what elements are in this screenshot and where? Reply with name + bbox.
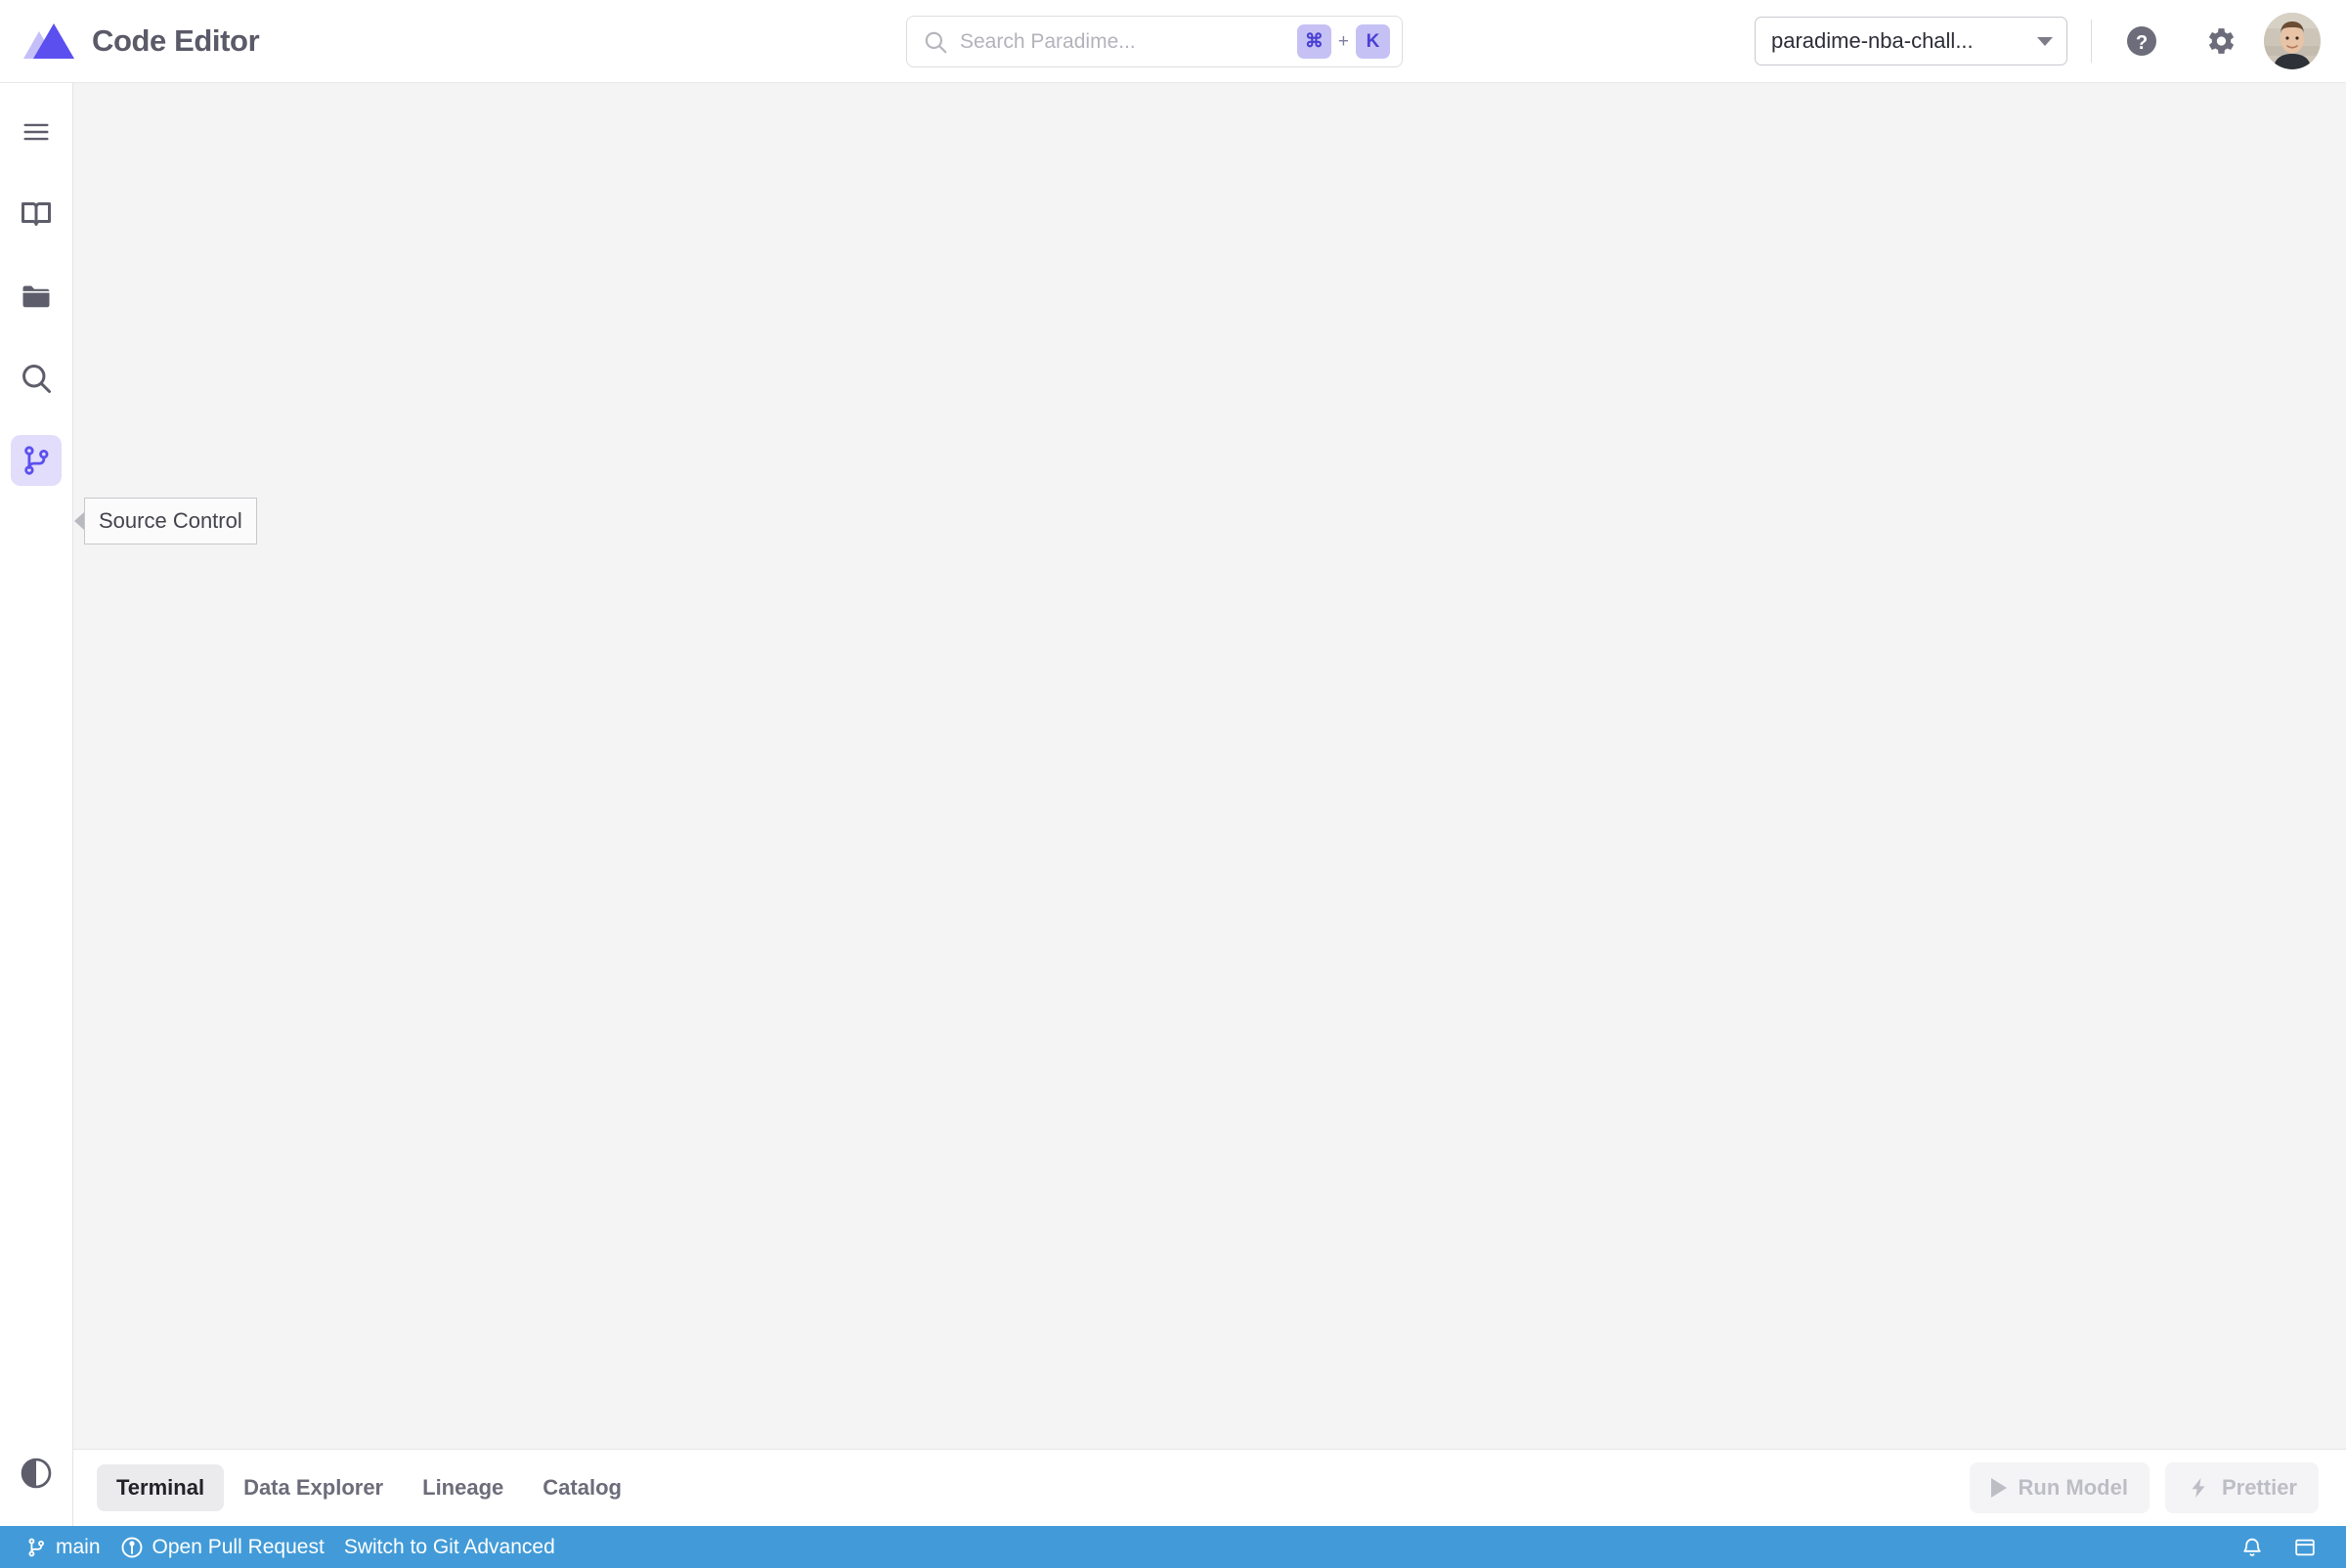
sidebar-item-search[interactable] [11, 353, 62, 404]
editor-canvas[interactable] [73, 83, 2346, 1450]
status-open-pull-request[interactable]: Open Pull Request [110, 1526, 334, 1568]
play-icon [1990, 1478, 2007, 1498]
search-icon [22, 365, 51, 393]
status-git-advanced-label: Switch to Git Advanced [343, 1535, 555, 1558]
status-bar: main Open Pull Request Switch to Git Adv… [0, 1526, 2346, 1568]
help-button[interactable]: ? [2115, 15, 2168, 67]
main-column: Terminal Data Explorer Lineage Catalog R… [73, 83, 2346, 1526]
svg-text:?: ? [2136, 32, 2148, 54]
sidebar-item-menu[interactable] [11, 107, 62, 157]
bell-icon [2243, 1538, 2261, 1556]
divider [2091, 20, 2092, 63]
shortcut-plus: + [1337, 30, 1349, 52]
search-input[interactable] [960, 29, 1285, 54]
user-avatar [2264, 13, 2321, 69]
sidebar-item-files[interactable] [11, 271, 62, 322]
workspace-dropdown[interactable]: paradime-nba-chall... [1755, 17, 2067, 65]
layout-panel-icon [2295, 1539, 2315, 1555]
theme-toggle-button[interactable] [11, 1448, 62, 1499]
logo-front-triangle [33, 23, 74, 59]
sidebar-item-source-control[interactable] [11, 435, 62, 486]
folder-icon [22, 285, 50, 308]
search-icon [923, 29, 948, 55]
shortcut-k-key: K [1356, 24, 1390, 59]
status-branch-label: main [56, 1535, 101, 1558]
brand: Code Editor [0, 18, 260, 65]
sidebar-item-docs[interactable] [11, 189, 62, 240]
shortcut-cmd-key: ⌘ [1296, 24, 1331, 59]
hamburger-menu-icon [23, 123, 49, 141]
bottom-panel-tabbar: Terminal Data Explorer Lineage Catalog R… [73, 1450, 2346, 1526]
run-model-button[interactable]: Run Model [1969, 1462, 2150, 1513]
body: Source Control Terminal Data Explorer Li… [0, 83, 2346, 1526]
search-box[interactable]: ⌘ + K [906, 16, 1403, 67]
search-container: ⌘ + K [906, 16, 1403, 67]
gear-icon [2208, 28, 2235, 54]
book-icon [22, 201, 51, 226]
help-circle-icon: ? [2127, 26, 2156, 56]
top-bar: Code Editor ⌘ + K paradime-nba-chall... [0, 0, 2346, 83]
workspace-label: paradime-nba-chall... [1771, 28, 1974, 53]
notifications-button[interactable] [2233, 1528, 2272, 1567]
prettier-button[interactable]: Prettier [2164, 1462, 2319, 1513]
status-git-advanced[interactable]: Switch to Git Advanced [334, 1526, 565, 1568]
panel-toggle-button[interactable] [2285, 1528, 2324, 1567]
half-circle-contrast-icon [21, 1458, 52, 1489]
git-branch-icon [28, 1538, 44, 1556]
status-branch[interactable]: main [16, 1526, 110, 1568]
tab-terminal[interactable]: Terminal [97, 1464, 225, 1511]
lightning-bolt-icon [2192, 1478, 2205, 1498]
tab-lineage[interactable]: Lineage [403, 1464, 523, 1511]
tab-data-explorer[interactable]: Data Explorer [224, 1464, 403, 1511]
page-title: Code Editor [92, 23, 260, 58]
prettier-label: Prettier [2221, 1475, 2297, 1500]
pull-request-icon [121, 1537, 142, 1557]
status-pull-request-label: Open Pull Request [152, 1535, 325, 1558]
app-root: Code Editor ⌘ + K paradime-nba-chall... [0, 0, 2346, 1568]
status-bar-right [2233, 1528, 2324, 1567]
paradime-triangle-logo [23, 18, 74, 65]
settings-button[interactable] [2194, 15, 2246, 67]
tab-catalog[interactable]: Catalog [523, 1464, 641, 1511]
run-model-label: Run Model [2018, 1475, 2128, 1500]
search-shortcut: ⌘ + K [1296, 24, 1390, 59]
avatar[interactable] [2264, 13, 2321, 69]
git-branch-icon [24, 446, 49, 475]
top-bar-actions: paradime-nba-chall... ? [1755, 13, 2346, 69]
chevron-down-icon [2037, 36, 2053, 46]
tabbar-actions: Run Model Prettier [1969, 1462, 2319, 1513]
activity-rail: Source Control [0, 83, 257, 1526]
